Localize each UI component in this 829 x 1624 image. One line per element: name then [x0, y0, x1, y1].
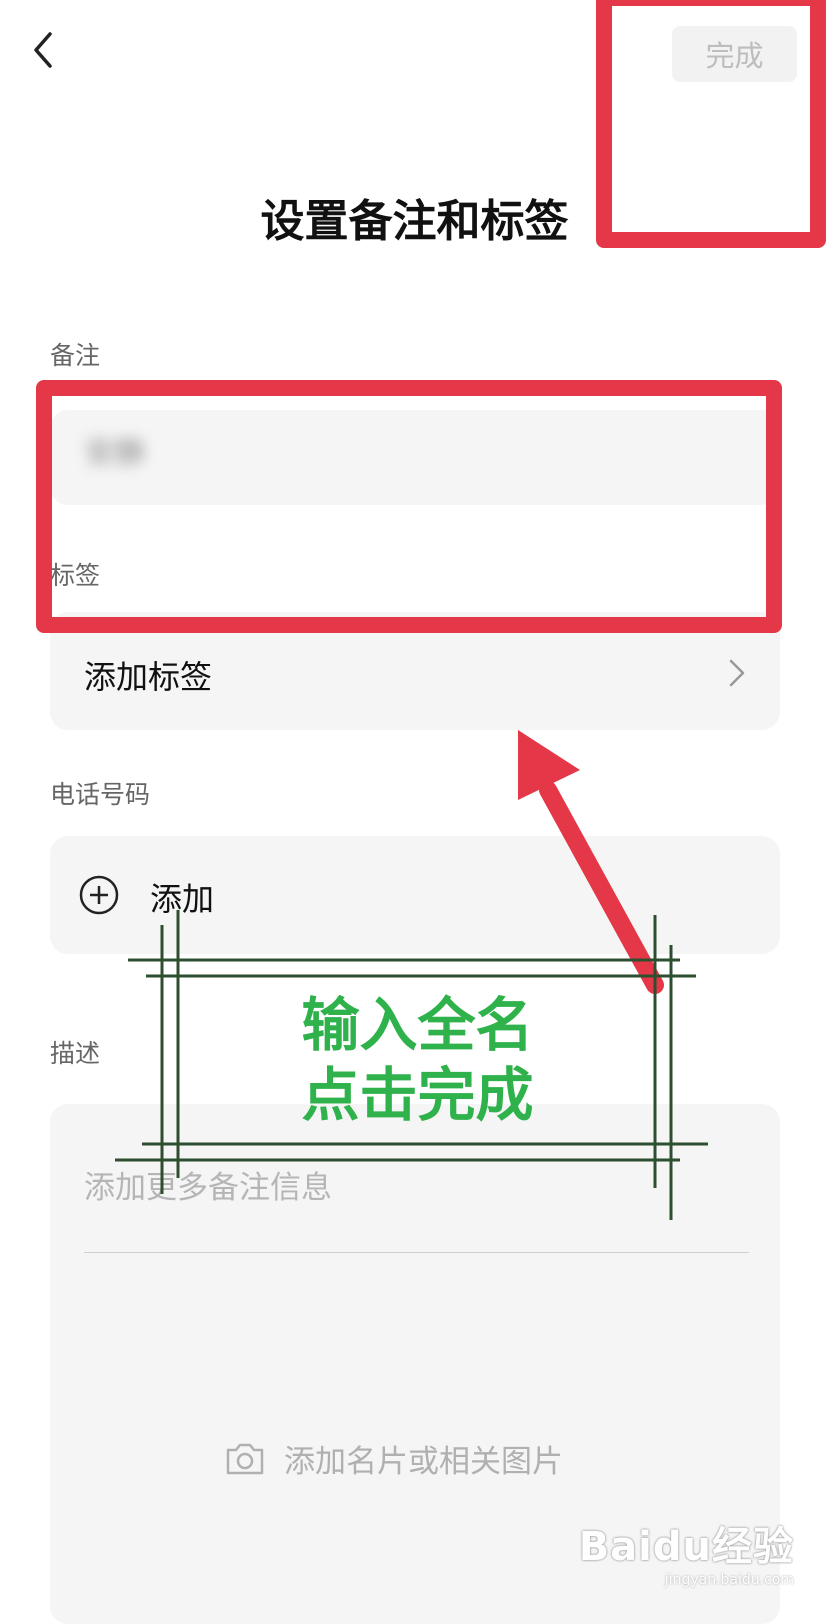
- annotation-line-2: 点击完成: [301, 1061, 534, 1129]
- add-tags-row[interactable]: 添加标签: [50, 612, 780, 730]
- back-button[interactable]: [28, 28, 58, 72]
- add-photo-button[interactable]: 添加名片或相关图片: [224, 1436, 563, 1481]
- add-photo-label: 添加名片或相关图片: [284, 1444, 563, 1480]
- tags-label: 标签: [50, 561, 101, 590]
- watermark-logo: Baidu经验: [578, 1524, 794, 1570]
- done-button[interactable]: 完成: [672, 26, 797, 82]
- remark-field[interactable]: 安静: [50, 410, 780, 505]
- annotation-line-1: 输入全名: [301, 991, 534, 1059]
- page-title: 设置备注和标签: [260, 196, 569, 247]
- description-divider: [84, 1252, 749, 1253]
- remark-value: 安静: [85, 436, 145, 471]
- phone-label: 电话号码: [50, 780, 151, 809]
- description-label: 描述: [50, 1039, 101, 1068]
- annotation-text: 输入全名 点击完成: [250, 990, 585, 1130]
- remark-label: 备注: [50, 341, 101, 370]
- watermark-url: jingyan.baidu.com: [664, 1572, 794, 1588]
- add-phone-label: 添加: [150, 880, 215, 918]
- camera-icon: [226, 1443, 264, 1474]
- chevron-right-icon: [729, 659, 745, 687]
- add-phone-row[interactable]: 添加: [50, 836, 780, 954]
- plus-circle-icon: [79, 875, 119, 915]
- watermark: Baidu经验 jingyan.baidu.com: [579, 1514, 794, 1588]
- chevron-left-icon: [34, 32, 52, 68]
- description-placeholder: 添加更多备注信息: [84, 1170, 332, 1206]
- add-tags-label: 添加标签: [84, 658, 213, 696]
